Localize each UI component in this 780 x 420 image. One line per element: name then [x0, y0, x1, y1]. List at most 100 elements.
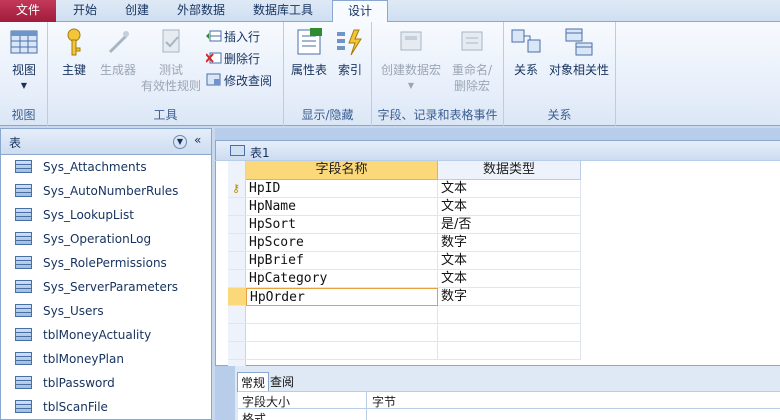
- primary-key-icon: ⚷: [232, 182, 241, 195]
- row-selector-current[interactable]: [228, 288, 246, 306]
- data-type-cell[interactable]: 数字: [438, 288, 581, 306]
- nav-item-sys-operationlog[interactable]: Sys_OperationLog: [1, 227, 211, 251]
- nav-item-sys-users[interactable]: Sys_Users: [1, 299, 211, 323]
- field-name-cell-empty[interactable]: [246, 342, 438, 360]
- document-tab-title: 表1: [250, 146, 270, 160]
- row-selector[interactable]: [228, 342, 246, 360]
- tab-file[interactable]: 文件: [0, 0, 56, 22]
- property-row-field-size[interactable]: 字段大小 字节: [238, 391, 780, 409]
- data-type-cell-empty[interactable]: [438, 306, 581, 324]
- tab-general[interactable]: 常规: [237, 372, 270, 392]
- primary-key-button[interactable]: 主键: [56, 26, 92, 78]
- row-selector[interactable]: [228, 216, 246, 234]
- nav-item-tblmoneyplan[interactable]: tblMoneyPlan: [1, 347, 211, 371]
- field-name-cell[interactable]: HpBrief: [246, 252, 438, 270]
- row-selector[interactable]: [228, 270, 246, 288]
- group-show-hide: 属性表 索引 显示/隐藏: [284, 22, 372, 126]
- row-selector[interactable]: [228, 252, 246, 270]
- relationships-button[interactable]: 关系: [508, 26, 544, 78]
- row-selector[interactable]: ⚷: [228, 180, 246, 198]
- create-data-macro-button[interactable]: 创建数据宏 ▼: [380, 26, 442, 94]
- row-selector[interactable]: [228, 324, 246, 342]
- tab-home[interactable]: 开始: [62, 0, 108, 22]
- view-button[interactable]: 视图 ▼: [6, 26, 42, 94]
- column-header-data-type[interactable]: 数据类型: [438, 161, 581, 180]
- index-icon: [334, 26, 366, 58]
- tab-design[interactable]: 设计: [332, 0, 388, 23]
- table-icon: [15, 352, 32, 365]
- navigation-pane: 表 ▼ « Sys_Attachments Sys_AutoNumberRule…: [0, 128, 212, 420]
- table-icon: [15, 376, 32, 389]
- nav-item-sys-serverparameters[interactable]: Sys_ServerParameters: [1, 275, 211, 299]
- tab-external-data[interactable]: 外部数据: [166, 0, 236, 22]
- field-name-cell[interactable]: HpName: [246, 198, 438, 216]
- data-type-cell[interactable]: 是/否: [438, 216, 581, 234]
- nav-item-label: Sys_LookupList: [43, 208, 134, 222]
- navigation-pane-header[interactable]: 表 ▼ «: [1, 129, 211, 155]
- data-type-cell-empty[interactable]: [438, 324, 581, 342]
- row-selector[interactable]: [228, 234, 246, 252]
- field-properties-pane: 常规 查阅 字段大小 字节 格式: [235, 366, 780, 420]
- document-tab[interactable]: 表1: [215, 140, 780, 160]
- rename-macro-icon: [456, 26, 488, 58]
- field-name-cell[interactable]: HpSort: [246, 216, 438, 234]
- property-sheet-button[interactable]: 属性表: [288, 26, 330, 78]
- data-type-cell[interactable]: 文本: [438, 198, 581, 216]
- data-type-cell[interactable]: 文本: [438, 180, 581, 198]
- table-icon: [15, 256, 32, 269]
- wand-icon: [102, 26, 134, 58]
- field-name-cell-selected[interactable]: HpOrder: [246, 288, 438, 306]
- data-type-cell[interactable]: 文本: [438, 270, 581, 288]
- data-type-cell-empty[interactable]: [438, 342, 581, 360]
- table-icon: [230, 145, 245, 156]
- nav-item-sys-autonumberrules[interactable]: Sys_AutoNumberRules: [1, 179, 211, 203]
- nav-item-sys-attachments[interactable]: Sys_Attachments: [1, 155, 211, 179]
- navigation-pane-title: 表: [9, 136, 22, 150]
- tab-database-tools[interactable]: 数据库工具: [244, 0, 322, 22]
- delete-row-button[interactable]: 删除行: [205, 50, 260, 68]
- nav-item-label: Sys_Attachments: [43, 160, 147, 174]
- index-button[interactable]: 索引: [332, 26, 368, 78]
- nav-item-tblscanfile[interactable]: tblScanFile: [1, 395, 211, 419]
- group-tools-label: 工具: [153, 108, 178, 122]
- group-events: 创建数据宏 ▼ 重命名/ 删除宏 字段、记录和表格事件: [372, 22, 504, 126]
- tab-lookup[interactable]: 查阅: [267, 372, 297, 391]
- builder-button[interactable]: 生成器: [96, 26, 140, 78]
- data-type-cell[interactable]: 文本: [438, 252, 581, 270]
- table-icon: [15, 160, 32, 173]
- nav-item-sys-rolepermissions[interactable]: Sys_RolePermissions: [1, 251, 211, 275]
- group-relationships: 关系 对象相关性 关系: [504, 22, 616, 126]
- data-type-cell[interactable]: 数字: [438, 234, 581, 252]
- modify-lookup-label: 修改查阅: [224, 74, 273, 88]
- field-name-cell[interactable]: HpScore: [246, 234, 438, 252]
- object-dependencies-button[interactable]: 对象相关性: [546, 26, 612, 78]
- nav-item-sys-lookuplist[interactable]: Sys_LookupList: [1, 203, 211, 227]
- nav-item-tblmoneyactuality[interactable]: tblMoneyActuality: [1, 323, 211, 347]
- nav-item-label: Sys_Users: [43, 304, 104, 318]
- create-macro-label: 创建数据宏: [380, 63, 441, 77]
- row-selector[interactable]: [228, 306, 246, 324]
- field-name-cell-empty[interactable]: [246, 306, 438, 324]
- table-icon: [15, 208, 32, 221]
- test-label-2: 有效性规则: [140, 79, 201, 93]
- insert-row-button[interactable]: 插入行: [206, 28, 260, 46]
- column-header-field-name[interactable]: 字段名称: [246, 161, 438, 180]
- collapse-icon[interactable]: «: [194, 133, 201, 147]
- nav-item-label: Sys_AutoNumberRules: [43, 184, 179, 198]
- field-name-cell[interactable]: HpID: [246, 180, 438, 198]
- field-name-cell-empty[interactable]: [246, 324, 438, 342]
- property-row-format[interactable]: 格式: [238, 408, 780, 420]
- lookup-icon: [206, 73, 222, 87]
- rename-delete-macro-button[interactable]: 重命名/ 删除宏: [444, 26, 500, 94]
- modify-lookup-button[interactable]: 修改查阅: [206, 72, 272, 90]
- dependencies-icon: [563, 26, 595, 58]
- tab-create[interactable]: 创建: [114, 0, 160, 22]
- property-label: 格式: [242, 412, 267, 420]
- nav-item-label: tblMoneyPlan: [43, 352, 124, 366]
- chevron-down-icon[interactable]: ▼: [173, 135, 187, 149]
- row-selector[interactable]: [228, 198, 246, 216]
- field-name-cell[interactable]: HpCategory: [246, 270, 438, 288]
- test-validation-button[interactable]: 测试 有效性规则: [140, 26, 202, 94]
- nav-item-tblpassword[interactable]: tblPassword: [1, 371, 211, 395]
- nav-item-label: tblMoneyActuality: [43, 328, 152, 342]
